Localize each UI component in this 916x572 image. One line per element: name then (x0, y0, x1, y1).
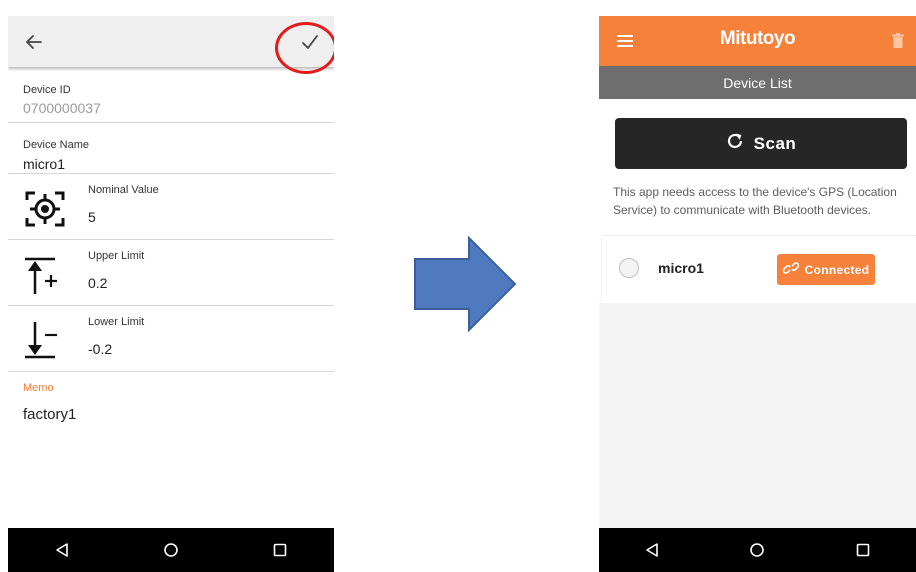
memo-label: Memo (23, 382, 54, 394)
lower-limit-input[interactable]: -0.2 (88, 341, 112, 357)
gps-notice-text: This app needs access to the device's GP… (613, 185, 897, 217)
back-triangle-icon[interactable] (632, 530, 672, 570)
device-list-item[interactable]: micro1 Connected (602, 235, 916, 304)
device-select-radio[interactable] (619, 258, 639, 278)
upper-limit-icon (23, 254, 67, 296)
nominal-value-label: Nominal Value (88, 184, 159, 196)
device-name-label: Device Name (23, 139, 90, 151)
brand-logo: Mitutoyo (719, 28, 796, 49)
nominal-value-input[interactable]: 5 (88, 209, 96, 225)
transition-arrow-icon (414, 236, 517, 332)
lower-limit-field[interactable]: Lower Limit -0.2 (8, 306, 334, 372)
device-settings-screen: Device ID 0700000037 Device Name micro1 … (8, 16, 334, 572)
lower-limit-label: Lower Limit (88, 316, 145, 328)
system-nav-bar (599, 528, 916, 572)
home-circle-icon[interactable] (737, 530, 777, 570)
connected-button[interactable]: Connected (777, 254, 875, 285)
app-bar: Mitutoyo (599, 16, 916, 66)
device-name-field[interactable]: Device Name micro1 (8, 123, 334, 174)
target-icon (23, 188, 67, 230)
lower-limit-icon (23, 320, 67, 362)
upper-limit-input[interactable]: 0.2 (88, 275, 107, 291)
app-bar (8, 16, 334, 67)
device-name-input[interactable]: micro1 (23, 156, 65, 172)
memo-input[interactable]: factory1 (23, 406, 76, 423)
scan-button[interactable]: Scan (615, 118, 907, 169)
device-name: micro1 (658, 260, 704, 276)
back-triangle-icon[interactable] (42, 530, 82, 570)
device-id-value: 0700000037 (23, 100, 101, 116)
list-background (599, 303, 916, 528)
home-circle-icon[interactable] (151, 530, 191, 570)
page-title: Device List (599, 66, 916, 99)
upper-limit-field[interactable]: Upper Limit 0.2 (8, 240, 334, 306)
checkmark-icon[interactable] (298, 30, 322, 54)
memo-field[interactable]: Memo factory1 (8, 372, 334, 452)
recents-square-icon[interactable] (260, 530, 300, 570)
device-list-screen: Mitutoyo Device List Scan This app needs… (599, 16, 916, 572)
back-arrow-icon[interactable] (20, 28, 48, 56)
scan-label: Scan (753, 133, 797, 153)
nominal-value-field[interactable]: Nominal Value 5 (8, 174, 334, 240)
trash-icon[interactable] (887, 29, 909, 53)
device-id-field: Device ID 0700000037 (8, 67, 334, 123)
link-icon (782, 262, 799, 277)
device-id-label: Device ID (23, 84, 71, 96)
connection-status-label: Connected (804, 262, 870, 277)
upper-limit-label: Upper Limit (88, 250, 145, 262)
refresh-icon (726, 132, 744, 155)
recents-square-icon[interactable] (843, 530, 883, 570)
system-nav-bar (8, 528, 334, 572)
